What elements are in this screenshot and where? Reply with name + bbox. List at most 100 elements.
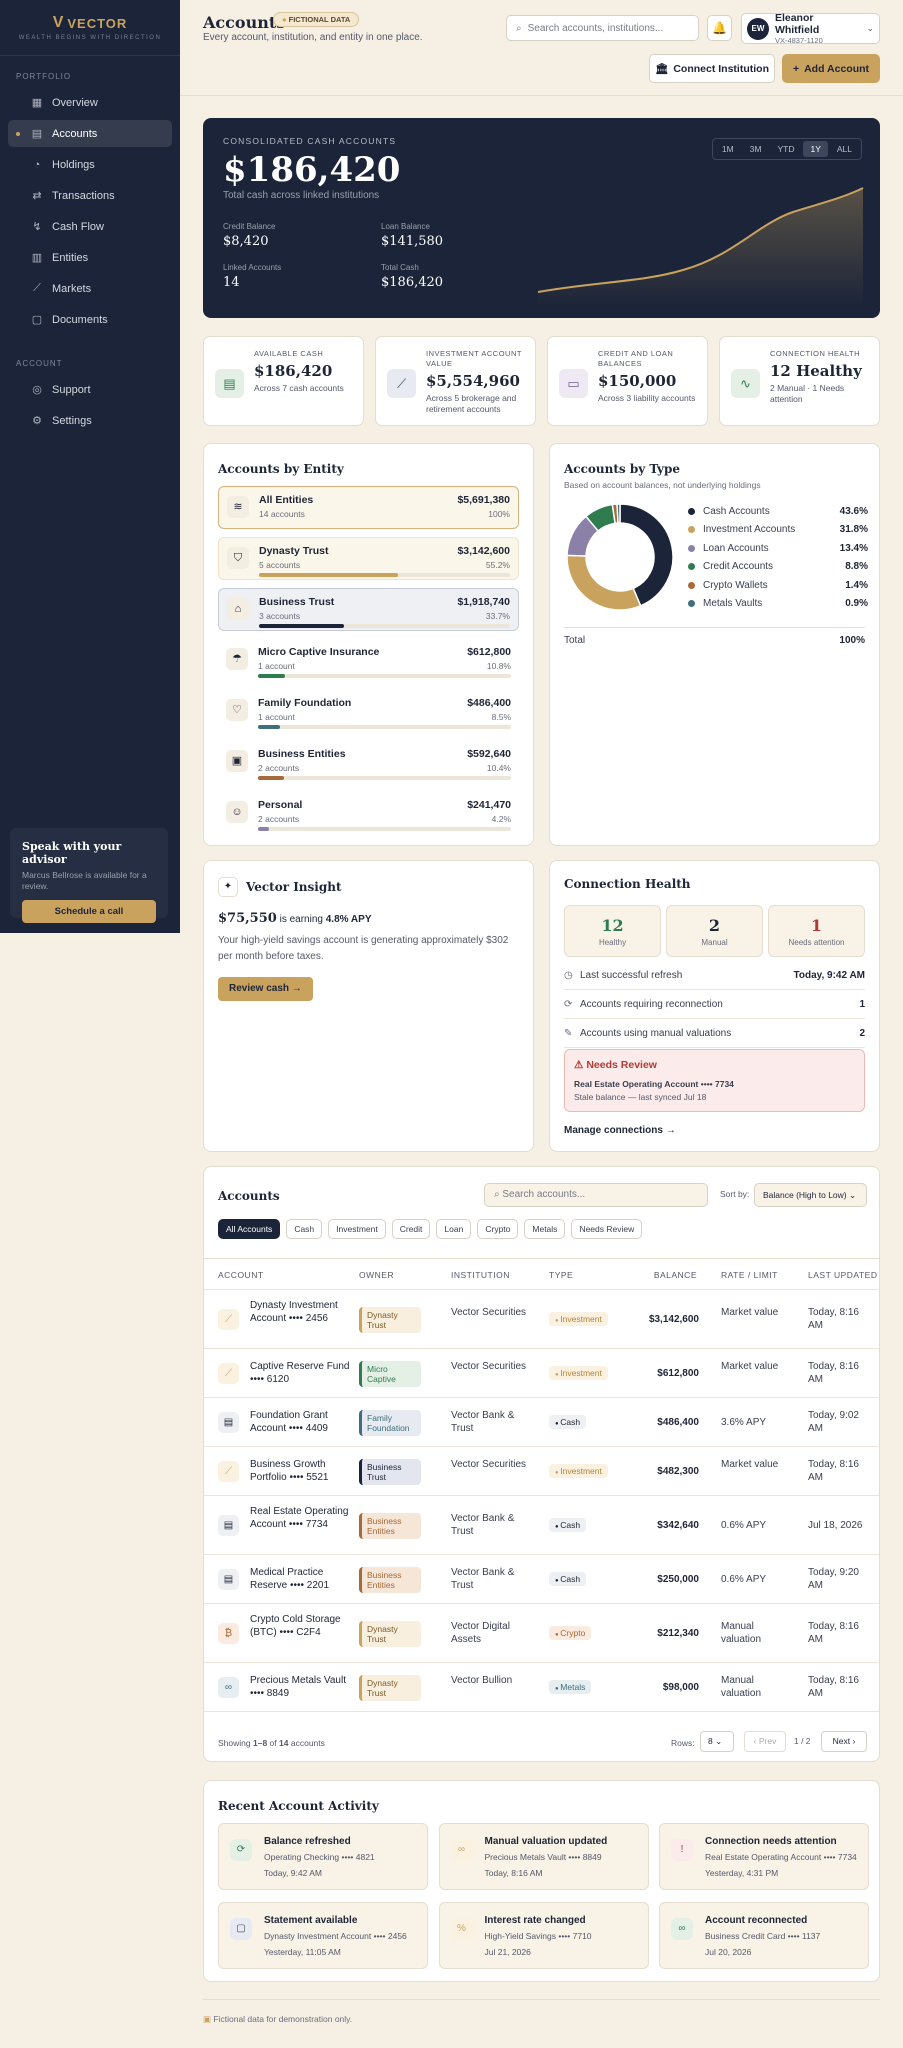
account-name: Business Growth Portfolio •••• 5521 (250, 1458, 329, 1484)
manage-connections-link[interactable]: Manage connections → (564, 1125, 676, 1136)
entity-row[interactable]: ☂ Micro Captive Insurance 1 account $612,80… (218, 639, 519, 682)
next-label: Next (832, 1736, 851, 1746)
sidebar-item-accounts[interactable]: ▤ Accounts (8, 120, 172, 147)
donut-slice-metals-vaults[interactable] (616, 503, 621, 524)
entity-row[interactable]: ▣ Business Entities 2 accounts $592,640 10.4… (218, 741, 519, 784)
activity-item[interactable]: ▢ Statement available Dynasty Investment A… (218, 1902, 428, 1969)
footer-divider (203, 1999, 880, 2000)
percent-icon: % (450, 1918, 473, 1940)
filter-loan[interactable]: Loan (436, 1219, 472, 1239)
filter-credit[interactable]: Credit (391, 1219, 431, 1239)
table-row[interactable]: ⟋ Dynasty Investment Account •••• 2456 Dyn… (204, 1289, 879, 1348)
entity-row[interactable]: ♡ Family Foundation 1 account $486,400 8.5% (218, 690, 519, 733)
table-row[interactable]: ▤ Medical Practice Reserve •••• 2201 Busin… (204, 1554, 879, 1603)
building-icon: ▥ (31, 252, 43, 264)
range-ytd[interactable]: YTD (770, 141, 801, 157)
entity-bar (258, 776, 511, 780)
next-page-button[interactable]: Next › (821, 1731, 867, 1752)
range-3m[interactable]: 3M (743, 141, 769, 157)
sidebar-item-transactions[interactable]: ⇄ Transactions (8, 182, 172, 209)
table-row[interactable]: ⟋ Captive Reserve Fund •••• 6120 Micro Cap… (204, 1348, 879, 1397)
kpi-label: AVAILABLE CASH (254, 349, 324, 358)
prev-page-button[interactable]: ‹ Prev (744, 1731, 786, 1752)
accounts-search-placeholder: Search accounts... (502, 1189, 586, 1200)
table-row[interactable]: ∞ Precious Metals Vault •••• 8849 Dynasty … (204, 1662, 879, 1711)
table-row[interactable]: ▤ Foundation Grant Account •••• 4409 Famil… (204, 1397, 879, 1446)
entity-amount: $241,470 (467, 799, 511, 811)
sort-select[interactable]: Balance (High to Low) ⌄ (754, 1183, 867, 1207)
type-badge: ● Investment (549, 1311, 608, 1326)
owner-badge: Dynasty Trust (359, 1306, 421, 1333)
sidebar-item-cash-flow[interactable]: ↯ Cash Flow (8, 213, 172, 240)
global-search-input[interactable]: ⌕ Search accounts, institutions... (506, 15, 699, 41)
insight-title: Vector Insight (246, 880, 342, 894)
entity-row[interactable]: ☺ Personal 2 accounts $241,470 4.2% (218, 792, 519, 835)
table-row[interactable]: ▤ Real Estate Operating Account •••• 7734… (204, 1495, 879, 1554)
activity-item[interactable]: ∞ Manual valuation updated Precious Metals… (438, 1823, 649, 1890)
sidebar-item-entities[interactable]: ▥ Entities (8, 244, 172, 271)
column-header[interactable]: TYPE (549, 1270, 573, 1280)
filter-needs-review[interactable]: Needs Review (571, 1219, 643, 1239)
sidebar-item-settings[interactable]: ⚙ Settings (8, 407, 172, 434)
type-badge: ● Cash (549, 1517, 587, 1532)
user-menu[interactable]: EW Eleanor Whitfield VX-4837-1120 ⌄ (741, 12, 880, 45)
entity-count: 1 account (258, 661, 295, 671)
accounts-search-input[interactable]: ⌕ Search accounts... (484, 1183, 708, 1207)
activity-sub: Business Credit Card •••• 1137 (705, 1931, 821, 1941)
type-card-title: Accounts by Type (564, 462, 681, 476)
sidebar-item-markets[interactable]: ⟋ Markets (8, 275, 172, 302)
swap-icon: ⇄ (32, 190, 42, 202)
filter-cash[interactable]: Cash (286, 1219, 323, 1239)
column-header[interactable]: RATE / LIMIT (721, 1270, 778, 1280)
sidebar-item-holdings[interactable]: ◔ Holdings (8, 151, 172, 178)
needs-review-alert[interactable]: ⚠ Needs Review Real Estate Operating Acc… (564, 1049, 865, 1112)
sidebar-item-overview[interactable]: ▦ Overview (8, 89, 172, 116)
table-row[interactable]: ₿ Crypto Cold Storage (BTC) •••• C2F4 Dyna… (204, 1603, 879, 1662)
column-header[interactable]: LAST UPDATED (808, 1270, 877, 1280)
filter-all-accounts[interactable]: All Accounts (218, 1219, 281, 1239)
table-row[interactable]: ⟋ Business Growth Portfolio •••• 5521 Busi… (204, 1446, 879, 1495)
health-title: Connection Health (564, 877, 691, 891)
legend-item: Credit Accounts 8.8% (688, 558, 868, 576)
column-header[interactable]: INSTITUTION (451, 1270, 510, 1280)
donut-slice-investment-accounts[interactable] (566, 554, 642, 611)
column-header[interactable]: BALANCE (654, 1270, 697, 1280)
filter-metals[interactable]: Metals (524, 1219, 566, 1239)
entity-bar-fill (259, 573, 398, 577)
institution: Vector Bullion (451, 1674, 513, 1686)
filter-investment[interactable]: Investment (328, 1219, 386, 1239)
hero-stat-value: $8,420 (223, 234, 269, 249)
entity-row[interactable]: ≋ All Entities 14 accounts $5,691,380 100% (218, 486, 519, 529)
entity-pct: 8.5% (491, 712, 511, 722)
legend-dot (688, 526, 695, 533)
range-all[interactable]: ALL (830, 141, 859, 157)
filter-crypto[interactable]: Crypto (477, 1219, 519, 1239)
sidebar-item-documents[interactable]: ▢ Documents (8, 306, 172, 333)
rows-select[interactable]: 8 ⌄ (700, 1731, 734, 1752)
fictional-data-badge: ● FICTIONAL DATA (273, 12, 360, 27)
hero-stat: Total Cash $186,420 (381, 263, 521, 290)
avatar: EW (747, 17, 769, 40)
notifications-button[interactable]: 🔔 (707, 15, 732, 41)
logo[interactable]: V VECTOR WEALTH BEGINS WITH DIRECTION (0, 0, 180, 56)
activity-item[interactable]: ! Connection needs attention Real Estate O… (659, 1823, 869, 1890)
column-header[interactable]: ACCOUNT (218, 1270, 264, 1280)
entity-row[interactable]: ⛉ Dynasty Trust 5 accounts $3,142,600 55.2% (218, 537, 519, 580)
activity-item[interactable]: ∞ Account reconnected Business Credit Card… (659, 1902, 869, 1969)
entity-row[interactable]: ⌂ Business Trust 3 accounts $1,918,740 33.7% (218, 588, 519, 631)
activity-item[interactable]: % Interest rate changed High-Yield Savings… (438, 1902, 649, 1969)
connect-institution-button[interactable]: 🏛 Connect Institution (649, 54, 775, 83)
add-account-button[interactable]: + Add Account (782, 54, 880, 83)
schedule-call-button[interactable]: Schedule a call (22, 900, 156, 924)
document-icon: ▢ (230, 1918, 252, 1940)
sidebar-item-support[interactable]: ◎ Support (8, 376, 172, 403)
legend-label: Crypto Wallets (703, 579, 768, 591)
range-1y[interactable]: 1Y (803, 141, 828, 157)
column-header[interactable]: OWNER (359, 1270, 394, 1280)
review-cash-button[interactable]: Review cash → (218, 977, 313, 1001)
range-1m[interactable]: 1M (715, 141, 741, 157)
activity-item[interactable]: ⟳ Balance refreshed Operating Checking •••… (218, 1823, 428, 1890)
activity-sub: High-Yield Savings •••• 7710 (484, 1931, 592, 1941)
legend-item: Investment Accounts 31.8% (688, 521, 868, 539)
type-badge: ● Investment (549, 1365, 608, 1380)
